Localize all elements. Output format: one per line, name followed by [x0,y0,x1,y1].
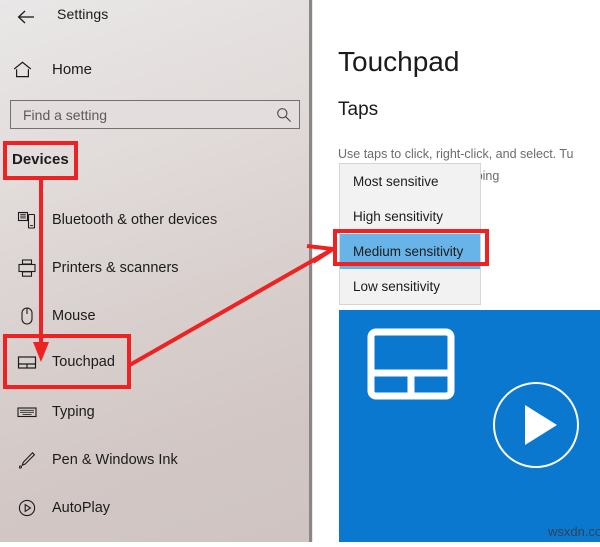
sidebar-titlebar: Settings [0,0,312,34]
mouse-glyph [21,307,33,325]
search-icon[interactable] [269,107,299,123]
dropdown-option-low-sensitivity[interactable]: Low sensitivity [340,269,480,304]
sidebar-category-heading: Devices [12,151,69,168]
sidebar-item-typing[interactable]: Typing [0,390,300,434]
autoplay-icon [12,493,42,523]
touchpad-illustration-glyph [367,328,455,400]
pen-icon [12,445,42,475]
play-button-icon[interactable] [493,382,579,468]
section-heading-taps: Taps [338,99,379,120]
touchpad-sensitivity-dropdown-list[interactable]: Most sensitive High sensitivity Medium s… [339,163,481,305]
home-glyph [13,61,31,77]
bluetooth-devices-glyph [17,211,36,229]
taps-description-line1: Use taps to click, right-click, and sele… [338,147,574,161]
keyboard-glyph [17,407,37,418]
sidebar-item-printers-scanners[interactable]: Printers & scanners [0,246,300,290]
touchpad-illustration-icon [367,328,455,405]
bluetooth-devices-icon [12,205,42,235]
autoplay-glyph [18,499,36,517]
page-title: Touchpad [338,46,460,77]
play-triangle-glyph [525,405,557,445]
sidebar-item-home-label: Home [52,60,93,78]
search-input[interactable] [11,106,269,123]
printer-icon [12,253,42,283]
touchpad-video-tile[interactable]: wsxdn.com [339,310,600,542]
sidebar-item-label: Bluetooth & other devices [52,212,218,228]
mouse-icon [12,301,42,331]
printer-glyph [18,259,36,277]
search-box[interactable] [10,100,300,129]
back-arrow-icon[interactable] [12,4,40,30]
sidebar-item-label: Printers & scanners [52,260,179,276]
magnifier-glyph [277,107,291,122]
window-title: Settings [57,6,109,22]
settings-sidebar: Settings Home Devices [0,0,312,542]
dropdown-option-most-sensitive[interactable]: Most sensitive [340,164,480,199]
dropdown-option-high-sensitivity[interactable]: High sensitivity [340,199,480,234]
back-arrow-glyph [17,10,34,24]
dropdown-option-medium-sensitivity[interactable]: Medium sensitivity [340,234,480,269]
watermark-text: wsxdn.com [547,524,600,539]
sidebar-item-bluetooth-other-devices[interactable]: Bluetooth & other devices [0,198,300,242]
touchpad-glyph [17,356,37,369]
sidebar-item-mouse[interactable]: Mouse [0,294,300,338]
keyboard-icon [12,397,42,427]
sidebar-item-label: Typing [52,404,95,420]
sidebar-item-pen-windows-ink[interactable]: Pen & Windows Ink [0,438,300,482]
sidebar-item-label: Mouse [52,308,96,324]
sidebar-item-autoplay[interactable]: AutoPlay [0,486,300,530]
sidebar-item-label: AutoPlay [52,500,111,516]
sidebar-item-label: Pen & Windows Ink [52,452,178,468]
sidebar-item-home[interactable]: Home [10,55,92,83]
sidebar-item-touchpad[interactable]: Touchpad [0,340,300,384]
pen-glyph [18,452,36,469]
touchpad-icon [12,347,42,377]
home-icon [10,58,34,80]
sidebar-item-label: Touchpad [52,354,115,370]
touchpad-settings-pane: Touchpad Taps Use taps to click, right-c… [313,0,600,542]
